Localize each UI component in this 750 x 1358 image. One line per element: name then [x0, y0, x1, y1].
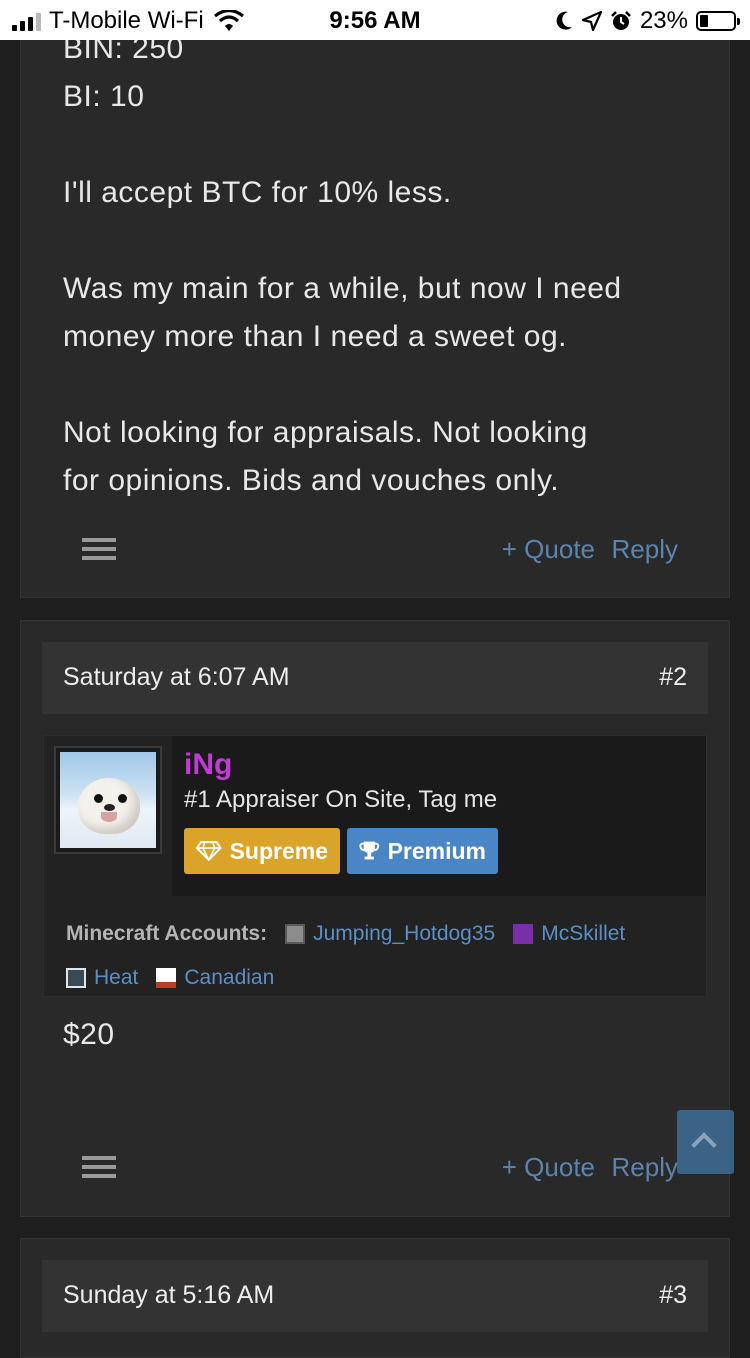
user-info: iNg #1 Appraiser On Site, Tag me Supreme…	[172, 736, 706, 896]
post-number[interactable]: #2	[659, 663, 687, 692]
battery-icon	[696, 11, 740, 31]
post-line: Not looking for appraisals. Not looking	[63, 416, 588, 449]
minecraft-accounts-row-2: Heat Canadian	[66, 966, 292, 990]
minecraft-account-link[interactable]: McSkillet	[513, 922, 625, 946]
player-head-icon	[285, 924, 306, 944]
menu-icon[interactable]	[82, 1156, 116, 1183]
status-right: 23%	[554, 7, 740, 35]
minecraft-account-link[interactable]: Jumping_Hotdog35	[285, 922, 495, 946]
post-1-body: BIN: 250 BI: 10 I'll accept BTC for 10% …	[63, 25, 703, 505]
moon-icon	[556, 11, 572, 30]
avatar[interactable]	[54, 746, 162, 854]
premium-badge: Premium	[347, 828, 498, 874]
location-icon	[581, 11, 602, 31]
minecraft-account-name: Jumping_Hotdog35	[313, 922, 496, 945]
badge-label: Premium	[387, 837, 486, 864]
badge-label: Supreme	[229, 837, 328, 864]
user-card: iNg #1 Appraiser On Site, Tag me Supreme…	[43, 735, 707, 997]
minecraft-account-name: Canadian	[184, 966, 275, 989]
post-2: Saturday at 6:07 AM #2 iNg #1 Appraiser …	[20, 620, 730, 1217]
user-title: #1 Appraiser On Site, Tag me	[184, 786, 498, 813]
post-date[interactable]: Saturday at 6:07 AM	[63, 663, 290, 692]
post-line: Was my main for a while, but now I need	[63, 272, 622, 305]
post-line	[63, 121, 703, 169]
post-line: I'll accept BTC for 10% less.	[63, 176, 452, 209]
post-1: BIN: 250 BI: 10 I'll accept BTC for 10% …	[20, 0, 730, 598]
post-2-body: $20	[63, 1011, 115, 1059]
post-number[interactable]: #3	[659, 1281, 687, 1310]
player-head-icon	[156, 968, 177, 988]
post-line: for opinions. Bids and vouches only.	[63, 464, 560, 497]
minecraft-account-link[interactable]: Heat	[66, 966, 138, 990]
post-line	[63, 217, 703, 265]
minecraft-account-name: McSkillet	[541, 922, 626, 945]
post-line	[63, 361, 703, 409]
post-1-actions: + Quote Reply	[21, 526, 729, 576]
trophy-icon	[359, 841, 380, 860]
supreme-badge: Supreme	[184, 828, 340, 874]
player-head-icon	[513, 924, 534, 944]
post-line: BI: 10	[63, 80, 145, 113]
username[interactable]: iNg	[184, 748, 232, 782]
minecraft-accounts-row: Minecraft Accounts: Jumping_Hotdog35 McS…	[66, 922, 643, 946]
minecraft-account-link[interactable]: Canadian	[156, 966, 274, 990]
player-head-icon	[66, 968, 86, 988]
alarm-icon	[611, 11, 631, 30]
post-line: $20	[63, 1018, 115, 1051]
minecraft-accounts-label: Minecraft Accounts:	[66, 922, 268, 945]
reply-button[interactable]: Reply	[612, 534, 678, 565]
reply-button[interactable]: Reply	[612, 1152, 678, 1183]
battery-percent: 23%	[639, 7, 688, 34]
seal-avatar-image	[60, 752, 156, 848]
diamond-icon	[196, 841, 222, 861]
scroll-to-top-button[interactable]	[677, 1110, 734, 1174]
post-2-header: Saturday at 6:07 AM #2	[42, 642, 708, 714]
minecraft-account-name: Heat	[94, 966, 139, 989]
post-2-actions: + Quote Reply	[21, 1144, 729, 1194]
quote-button[interactable]: + Quote	[502, 1152, 595, 1183]
quote-button[interactable]: + Quote	[502, 534, 595, 565]
chevron-up-icon	[691, 1132, 717, 1158]
post-3: Sunday at 5:16 AM #3	[20, 1238, 730, 1358]
post-date[interactable]: Sunday at 5:16 AM	[63, 1281, 274, 1310]
post-line: money more than I need a sweet og.	[63, 320, 567, 353]
menu-icon[interactable]	[82, 538, 116, 565]
status-bar: T-Mobile Wi-Fi 9:56 AM 23%	[0, 0, 750, 40]
post-3-header: Sunday at 5:16 AM #3	[42, 1260, 708, 1332]
